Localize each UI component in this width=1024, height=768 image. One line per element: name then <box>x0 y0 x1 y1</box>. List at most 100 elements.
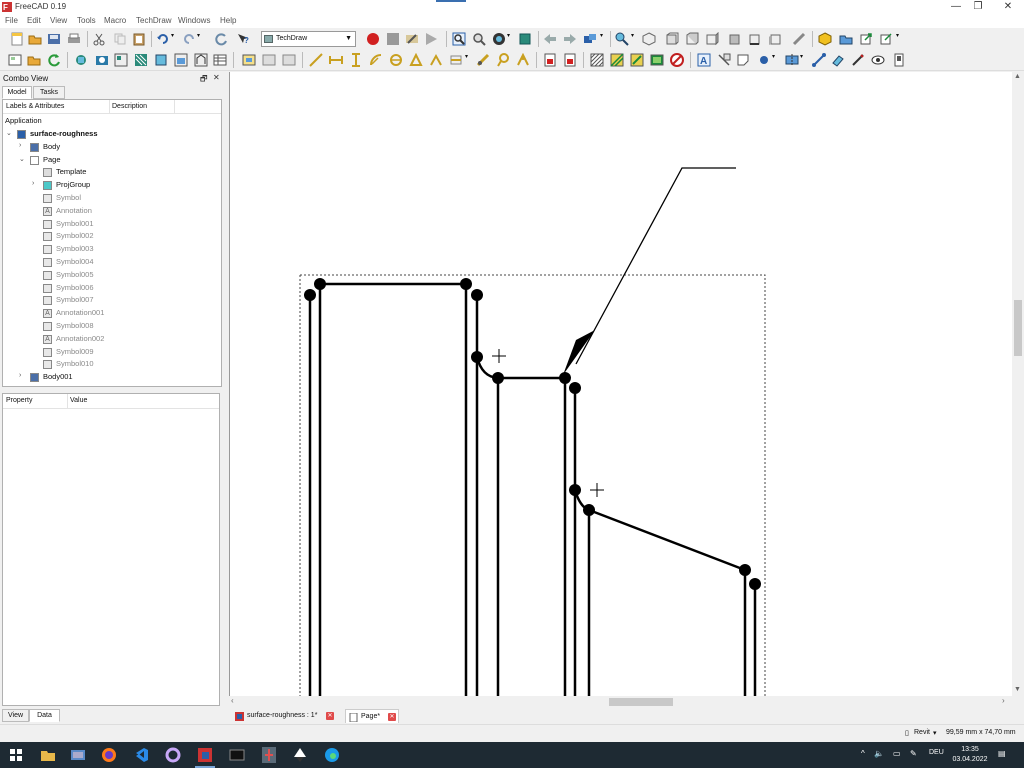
menu-help[interactable]: Help <box>220 16 236 25</box>
undo-icon[interactable] <box>156 32 170 46</box>
decorate-line-icon[interactable] <box>851 53 865 67</box>
view-bottom-icon[interactable] <box>748 32 762 46</box>
fit-selection-icon[interactable] <box>472 32 486 46</box>
file-manager-icon[interactable] <box>70 747 86 763</box>
back-arrow-icon[interactable] <box>543 32 557 46</box>
techdraw-page-canvas[interactable] <box>229 72 1012 696</box>
cosmetic-vertex-icon[interactable] <box>757 53 771 67</box>
column-labels-attributes[interactable]: Labels & Attributes <box>6 103 64 110</box>
tab-view[interactable]: View <box>2 709 29 722</box>
tree-expander-icon[interactable]: › <box>19 142 21 149</box>
vertical-scroll-thumb[interactable] <box>1014 300 1022 356</box>
refresh-icon[interactable] <box>214 32 228 46</box>
insert-detail-view-icon[interactable] <box>154 53 168 67</box>
float-panel-icon[interactable]: 🗗 <box>200 73 208 87</box>
speaker-icon[interactable]: 🔈 <box>874 749 884 758</box>
stop-macro-icon[interactable] <box>386 32 400 46</box>
create-group-icon[interactable] <box>839 32 853 46</box>
insert-arch-view-icon[interactable] <box>194 53 208 67</box>
insert-symbol-icon[interactable] <box>630 53 644 67</box>
vertical-scrollbar[interactable]: ▲ ▼ <box>1012 72 1024 696</box>
scroll-up-icon[interactable]: ▲ <box>1014 73 1021 80</box>
link-actions-icon[interactable] <box>879 32 893 46</box>
tab-model[interactable]: Model <box>2 86 32 99</box>
tab-tasks[interactable]: Tasks <box>33 86 65 99</box>
close-tab-icon[interactable]: ✕ <box>388 713 396 721</box>
insert-default-page-icon[interactable] <box>8 53 22 67</box>
close-tab-icon[interactable]: ✕ <box>326 712 334 720</box>
hatch-icon[interactable] <box>590 53 604 67</box>
weld-symbol-icon[interactable] <box>892 53 906 67</box>
redo-dropdown-icon[interactable]: ▾ <box>197 32 211 46</box>
paste-icon[interactable] <box>132 32 146 46</box>
run-macro-icon[interactable] <box>424 32 438 46</box>
clock[interactable]: 13:35 03.04.2022 <box>950 745 990 765</box>
menu-tools[interactable]: Tools <box>77 16 96 25</box>
create-part-icon[interactable] <box>818 32 832 46</box>
cosmetic-vertex-dropdown-icon[interactable]: ▾ <box>772 53 786 67</box>
edge-icon[interactable] <box>324 747 340 763</box>
column-description[interactable]: Description <box>112 103 147 110</box>
cut-icon[interactable] <box>92 32 106 46</box>
save-icon[interactable] <box>47 32 61 46</box>
tray-expand-icon[interactable]: ^ <box>861 749 865 758</box>
menu-windows[interactable]: Windows <box>178 16 210 25</box>
insert-active-view-icon[interactable] <box>95 53 109 67</box>
link-dimension-icon[interactable] <box>476 53 490 67</box>
copy-icon[interactable] <box>113 32 127 46</box>
app-circle-icon[interactable] <box>165 747 181 763</box>
view-left-icon[interactable] <box>768 32 782 46</box>
vertical-dimension-icon[interactable] <box>349 53 363 67</box>
insert-section-view-icon[interactable] <box>134 53 148 67</box>
windows-start-icon[interactable] <box>8 747 24 763</box>
tree-expander-icon[interactable]: ⌄ <box>19 155 25 163</box>
insert-draft-view-icon[interactable] <box>174 53 188 67</box>
show-all-icon[interactable] <box>871 53 885 67</box>
part-profile[interactable] <box>308 282 757 696</box>
radius-dimension-icon[interactable] <box>369 53 383 67</box>
insert-image-icon[interactable] <box>650 53 664 67</box>
horizontal-dimension-icon[interactable] <box>329 53 343 67</box>
menu-edit[interactable]: Edit <box>27 16 41 25</box>
export-page-svg-icon[interactable] <box>543 53 557 67</box>
redo-icon[interactable] <box>182 32 196 46</box>
file-explorer-icon[interactable] <box>40 747 56 763</box>
link-navigation-icon[interactable] <box>583 32 597 46</box>
tree-expander-icon[interactable]: › <box>19 372 21 379</box>
make-link-icon[interactable] <box>859 32 873 46</box>
menu-techdraw[interactable]: TechDraw <box>136 16 172 25</box>
insert-spreadsheet-view-icon[interactable] <box>213 53 227 67</box>
print-icon[interactable] <box>67 32 81 46</box>
tab-data[interactable]: Data <box>29 709 60 722</box>
export-page-dxf-icon[interactable] <box>563 53 577 67</box>
angle-3pt-dimension-icon[interactable] <box>429 53 443 67</box>
edit-macro-icon[interactable] <box>405 32 419 46</box>
drawing-svg[interactable] <box>230 72 1012 696</box>
close-panel-icon[interactable]: ✕ <box>213 73 220 82</box>
notification-center-icon[interactable]: ▤ <box>998 749 1006 758</box>
clip-group-icon[interactable] <box>242 53 256 67</box>
new-document-icon[interactable] <box>10 32 24 46</box>
fit-all-icon[interactable] <box>452 32 466 46</box>
menu-file[interactable]: File <box>5 16 18 25</box>
tree-expander-icon[interactable]: › <box>32 180 34 187</box>
navigation-style[interactable]: Revit <box>914 729 930 736</box>
link-dropdown-icon[interactable]: ▾ <box>600 32 614 46</box>
scroll-right-icon[interactable]: › <box>1002 696 1005 705</box>
view-right-icon[interactable] <box>705 32 719 46</box>
record-macro-icon[interactable] <box>366 32 380 46</box>
forward-arrow-icon[interactable] <box>563 32 577 46</box>
pen-icon[interactable]: ✎ <box>910 749 917 758</box>
view-isometric-icon[interactable] <box>642 32 656 46</box>
maximize-button[interactable]: ❐ <box>961 0 995 14</box>
tab-page-doc[interactable]: Page* ✕ <box>345 709 399 723</box>
app-red-icon[interactable] <box>261 747 277 763</box>
measure-distance-icon[interactable] <box>792 32 806 46</box>
menu-view[interactable]: View <box>50 16 67 25</box>
clip-add-icon[interactable] <box>262 53 276 67</box>
annotation-icon[interactable]: A <box>697 53 711 67</box>
leader-line-icon[interactable] <box>717 53 731 67</box>
insert-projection-group-icon[interactable] <box>114 53 128 67</box>
angle-dimension-icon[interactable] <box>409 53 423 67</box>
draw-style-icon[interactable] <box>492 32 506 46</box>
